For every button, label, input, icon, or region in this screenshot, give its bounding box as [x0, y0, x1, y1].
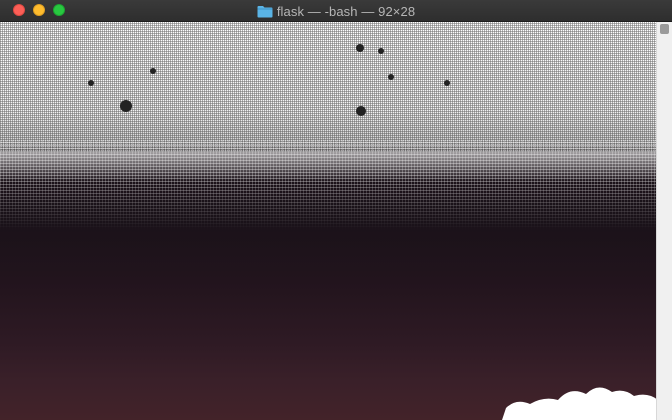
scrollbar-thumb[interactable]: [660, 24, 669, 34]
dark-speck: [444, 80, 450, 86]
minimize-button[interactable]: [33, 4, 45, 16]
zoom-button[interactable]: [53, 4, 65, 16]
dark-speck: [388, 74, 394, 80]
title-bar[interactable]: flask — -bash — 92×28: [0, 0, 672, 22]
window-title: flask — -bash — 92×28: [276, 3, 416, 19]
dark-speck: [356, 106, 366, 116]
window-title-group: flask — -bash — 92×28: [0, 0, 672, 22]
terminal-content[interactable]: [0, 22, 672, 420]
dark-speck: [356, 44, 364, 52]
dithered-sky-background: [0, 22, 656, 152]
terminal-window: flask — -bash — 92×28: [0, 0, 672, 420]
white-cloud-shape: [502, 387, 672, 420]
folder-icon: [257, 5, 273, 18]
dark-speck: [150, 68, 156, 74]
dark-speck: [120, 100, 132, 112]
dark-speck: [88, 80, 94, 86]
close-button[interactable]: [13, 4, 25, 16]
vertical-scrollbar[interactable]: [656, 22, 672, 420]
dithered-horizon-band: [0, 140, 656, 230]
dark-speck: [378, 48, 384, 54]
